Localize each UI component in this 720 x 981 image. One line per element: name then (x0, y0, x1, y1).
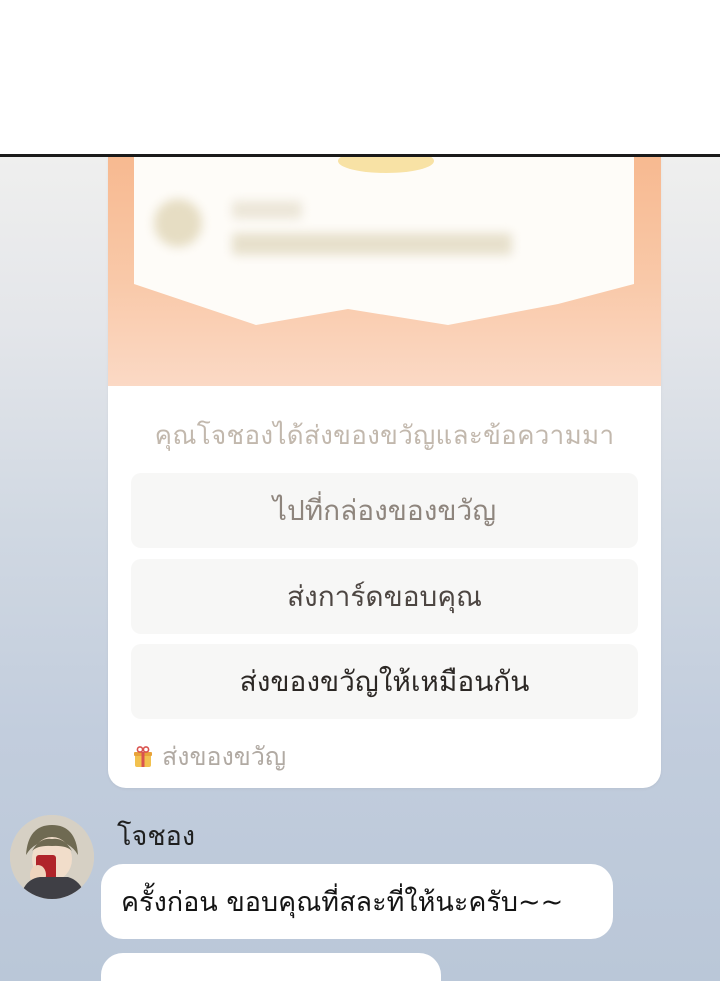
gift-envelope (108, 157, 661, 386)
avatar-portrait-icon (10, 815, 94, 899)
send-gift-back-button[interactable]: ส่งของขวัญให้เหมือนกัน (131, 644, 638, 719)
go-to-gift-box-button[interactable]: ไปที่กล่องของขวัญ (131, 473, 638, 548)
gift-box-icon (134, 746, 152, 767)
sender-avatar[interactable] (10, 815, 94, 899)
sender-name: โจชอง (117, 821, 196, 852)
chat-message-text: ครั้งก่อน ขอบคุณที่สละที่ให้นะครับ~~ (121, 887, 564, 918)
blurred-sender-info (148, 189, 568, 279)
gift-message: คุณโจชองได้ส่งของขวัญและข้อความมา (154, 421, 615, 451)
chat-bubble-partial (101, 953, 441, 981)
gift-card: คุณโจชองได้ส่งของขวัญและข้อความมา ไปที่ก… (108, 157, 661, 788)
chat-bubble: ครั้งก่อน ขอบคุณที่สละที่ให้นะครับ~~ (101, 864, 613, 939)
top-blank-area (0, 0, 720, 155)
chat-background: คุณโจชองได้ส่งของขวัญและข้อความมา ไปที่ก… (0, 157, 720, 981)
gift-footer-label: ส่งของขวัญ (162, 742, 287, 771)
gift-footer: ส่งของขวัญ (134, 737, 286, 777)
send-thank-card-button[interactable]: ส่งการ์ดขอบคุณ (131, 559, 638, 634)
